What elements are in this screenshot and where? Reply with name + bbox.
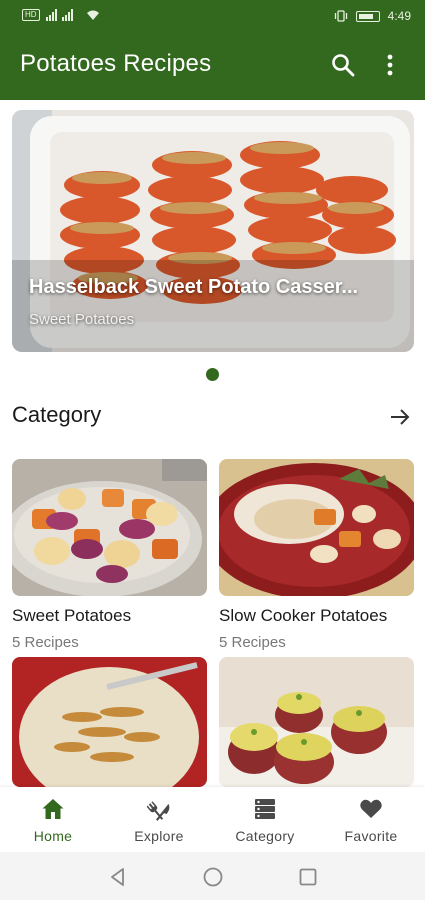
category-list-icon: [255, 799, 275, 819]
fork-knife-icon: [147, 801, 170, 821]
category-count: 5 Recipes: [219, 634, 286, 651]
category-card-image-4[interactable]: [219, 657, 414, 787]
hd-badge: HD: [22, 9, 40, 21]
battery-icon: [355, 10, 380, 22]
vibrate-icon: [334, 10, 347, 22]
nav-home-label: Home: [33, 828, 73, 844]
nav-favorite-label: Favorite: [344, 828, 398, 844]
carousel-indicator[interactable]: [206, 368, 219, 381]
category-card-image-3[interactable]: [12, 657, 207, 787]
category-card-sweet-potatoes[interactable]: Sweet Potatoes 5 Recipes: [12, 459, 207, 651]
back-icon[interactable]: [107, 866, 129, 888]
category-name: Sweet Potatoes: [12, 606, 132, 625]
category-image: [219, 459, 414, 596]
category-name: Slow Cooker Potatoes: [219, 606, 388, 625]
arrow-right-icon[interactable]: [388, 405, 412, 429]
nav-explore-label: Explore: [134, 828, 184, 844]
status-bar: HD 4:49: [0, 0, 425, 32]
nav-category[interactable]: Category: [212, 787, 318, 852]
status-time: 4:49: [387, 9, 411, 23]
category-count: 5 Recipes: [12, 634, 79, 651]
nav-explore[interactable]: Explore: [106, 787, 212, 852]
status-left: HD: [22, 9, 100, 21]
signal-icon: [45, 9, 73, 21]
system-navigation-bar: [0, 852, 425, 900]
bottom-navigation: Home Explore Category Favorite: [0, 787, 425, 852]
nav-category-label: Category: [235, 828, 295, 844]
home-icon: [42, 799, 64, 819]
banner-subtitle: Sweet Potatoes: [29, 311, 135, 328]
app-bar: Potatoes Recipes: [0, 32, 425, 100]
banner-title: Hasselback Sweet Potato Casser...: [29, 276, 359, 298]
recents-icon[interactable]: [297, 866, 319, 888]
more-vert-icon[interactable]: [378, 52, 402, 78]
nav-favorite[interactable]: Favorite: [318, 787, 424, 852]
category-image: [12, 459, 207, 596]
wifi-icon: [86, 10, 99, 20]
featured-banner[interactable]: Hasselback Sweet Potato Casser... Sweet …: [12, 110, 414, 352]
status-right: 4:49: [334, 9, 411, 23]
app-title: Potatoes Recipes: [20, 50, 212, 77]
search-icon[interactable]: [330, 52, 356, 78]
home-circle-icon[interactable]: [202, 866, 224, 888]
nav-home[interactable]: Home: [0, 787, 106, 852]
category-card-slow-cooker-potatoes[interactable]: Slow Cooker Potatoes 5 Recipes: [219, 459, 414, 651]
heart-icon: [360, 799, 382, 818]
category-section-title: Category: [12, 402, 102, 427]
